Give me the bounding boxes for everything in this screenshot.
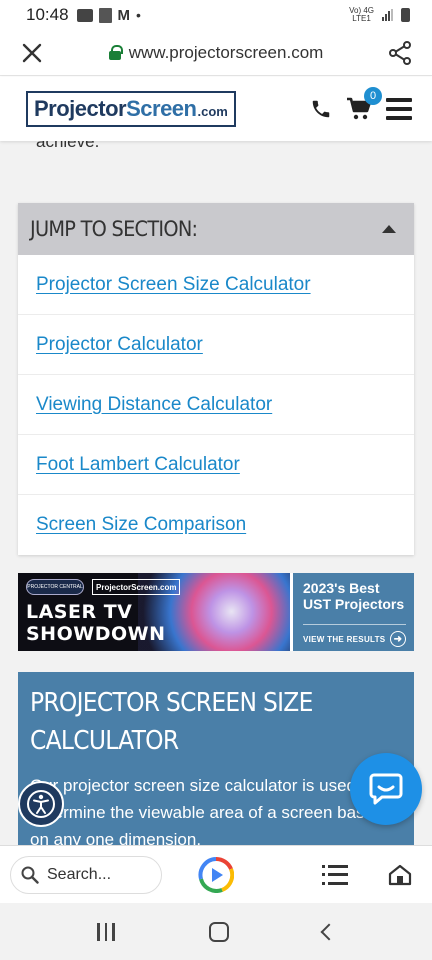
screen-size-calculator-section: PROJECTOR SCREEN SIZE CALCULATOR Our pro… xyxy=(18,672,414,845)
cart-count-badge: 0 xyxy=(364,87,382,105)
calculator-title: PROJECTOR SCREEN SIZE CALCULATOR xyxy=(30,688,313,756)
logo-screen: Screen xyxy=(126,96,197,121)
jump-link-foot-lambert-calculator[interactable]: Foot Lambert Calculator xyxy=(36,454,240,476)
network-type-bottom: LTE1 xyxy=(352,14,371,23)
view-results-link[interactable]: VIEW THE RESULTS ➜ xyxy=(303,624,406,647)
jump-link-screen-size-calculator[interactable]: Projector Screen Size Calculator xyxy=(36,274,311,296)
banner-cta-title-line2: UST Projectors xyxy=(303,596,405,612)
browser-url-bar: www.projectorscreen.com xyxy=(0,30,432,76)
url-text: www.projectorscreen.com xyxy=(128,42,324,62)
jump-section-title: JUMP TO SECTION: xyxy=(30,217,198,241)
status-right: Vo) 4G LTE1 xyxy=(349,7,410,23)
header-icons: 0 xyxy=(310,87,412,121)
site-header: Projector Screen .com 0 xyxy=(0,77,432,141)
tab-list-button[interactable] xyxy=(322,864,348,885)
jump-link-viewing-distance-calculator[interactable]: Viewing Distance Calculator xyxy=(36,394,272,416)
status-time: 10:48 xyxy=(26,5,69,24)
logo-projector: Projector xyxy=(34,96,127,121)
share-button[interactable] xyxy=(368,30,432,76)
battery-icon xyxy=(401,8,410,22)
projector-central-logo: PROJECTOR CENTRAL xyxy=(26,579,84,595)
view-results-label: VIEW THE RESULTS xyxy=(303,634,386,644)
browser-bottom-bar: Search... xyxy=(0,845,432,903)
search-input[interactable]: Search... xyxy=(10,855,162,894)
banner-cta-panel: 2023's Best UST Projectors VIEW THE RESU… xyxy=(290,573,414,651)
youtube-icon xyxy=(76,8,93,22)
intro-text: achieve. xyxy=(36,141,99,155)
status-bar: 10:48 M • Vo) 4G LTE1 xyxy=(0,0,432,30)
chat-button[interactable] xyxy=(350,753,422,825)
jump-item: Screen Size Comparison xyxy=(18,495,414,555)
jump-item: Foot Lambert Calculator xyxy=(18,435,414,495)
recent-apps-icon xyxy=(112,922,115,941)
more-notifications-icon: • xyxy=(136,7,141,23)
arrow-right-icon: ➜ xyxy=(390,631,406,647)
hamburger-icon-line xyxy=(386,116,412,120)
lock-icon xyxy=(108,45,123,60)
phone-icon[interactable] xyxy=(310,98,332,120)
recent-apps-button[interactable] xyxy=(97,922,115,941)
system-nav-bar xyxy=(0,903,432,960)
accessibility-button[interactable] xyxy=(18,781,64,827)
banner-logos: PROJECTOR CENTRAL ProjectorScreen.com xyxy=(26,579,181,595)
signal-icon xyxy=(382,9,393,21)
jump-item: Projector Calculator xyxy=(18,315,414,375)
gmail-icon: M xyxy=(117,6,131,24)
calculator-description: Our projector screen size calculator is … xyxy=(30,776,384,845)
jump-link-screen-size-comparison[interactable]: Screen Size Comparison xyxy=(36,514,246,536)
share-icon xyxy=(389,40,411,65)
accessibility-icon xyxy=(27,790,55,818)
close-icon xyxy=(22,43,42,62)
jump-item: Viewing Distance Calculator xyxy=(18,375,414,435)
list-icon-row xyxy=(322,873,348,876)
hamburger-icon-line xyxy=(386,107,412,111)
banner-cta-title: 2023's Best UST Projectors xyxy=(303,580,406,612)
menu-button[interactable] xyxy=(386,98,412,120)
banner-headline-line1: LASER TV xyxy=(26,601,133,623)
site-logo[interactable]: Projector Screen .com xyxy=(26,90,236,128)
logo-com: .com xyxy=(197,104,228,119)
logo-box: Projector Screen .com xyxy=(26,91,236,127)
hamburger-icon-line xyxy=(386,98,412,102)
projectorscreen-logo: ProjectorScreen.com xyxy=(92,579,181,595)
cart-button[interactable]: 0 xyxy=(346,87,382,121)
recent-apps-icon xyxy=(97,922,100,941)
search-placeholder: Search... xyxy=(47,865,112,883)
search-icon xyxy=(21,866,39,884)
close-tab-button[interactable] xyxy=(0,30,64,76)
jump-to-section: JUMP TO SECTION: Projector Screen Size C… xyxy=(18,203,414,555)
home-icon[interactable] xyxy=(388,864,412,886)
page-content: achieve. JUMP TO SECTION: Projector Scre… xyxy=(0,141,432,845)
jump-section-header[interactable]: JUMP TO SECTION: xyxy=(18,203,414,255)
notification-icons: M • xyxy=(76,6,141,24)
chat-icon xyxy=(369,773,403,805)
list-icon-row xyxy=(322,864,348,868)
intro-text-line: achieve. xyxy=(36,141,100,151)
banner-headline-line2: SHOWDOWN xyxy=(26,623,166,645)
play-icon[interactable] xyxy=(198,856,234,893)
jump-item: Projector Screen Size Calculator xyxy=(18,255,414,315)
list-icon-row xyxy=(322,881,348,885)
laser-tv-banner[interactable]: PROJECTOR CENTRAL ProjectorScreen.com LA… xyxy=(18,573,414,651)
pdf-icon xyxy=(98,7,112,23)
banner-headline: LASER TV SHOWDOWN xyxy=(26,601,165,645)
caret-up-icon xyxy=(382,225,396,233)
recent-apps-icon xyxy=(104,922,108,941)
banner-image: PROJECTOR CENTRAL ProjectorScreen.com LA… xyxy=(18,573,290,651)
home-button[interactable] xyxy=(208,921,229,942)
network-indicator: Vo) 4G LTE1 xyxy=(349,7,374,23)
jump-link-projector-calculator[interactable]: Projector Calculator xyxy=(36,334,203,356)
url-display[interactable]: www.projectorscreen.com xyxy=(64,43,368,63)
banner-cta-title-line1: 2023's Best xyxy=(303,580,380,596)
back-button[interactable] xyxy=(320,923,338,940)
